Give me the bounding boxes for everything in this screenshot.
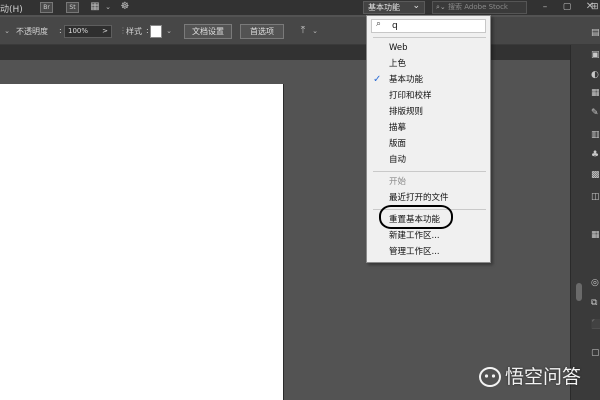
workspace-item-start: 开始 [367,174,490,190]
bridge-badge[interactable]: Br [40,2,53,13]
menu-item-label: 新建工作区... [389,231,440,241]
chevron-down-icon[interactable]: ⌄ [0,24,14,38]
workspace-item-coloring[interactable]: 上色 [367,56,490,72]
menu-item-label: 描摹 [389,123,407,133]
chevron-down-icon[interactable]: ⌄ [101,0,115,14]
graphic-styles-icon[interactable]: ▩ [591,170,600,180]
workspace-item-typography[interactable]: 排版规则 [367,104,490,120]
preferences-button[interactable]: 首选项 [240,24,284,39]
chevron-down-icon: ⌄ [412,1,420,11]
arrange-documents-icon[interactable]: ▦ [88,0,102,14]
maximize-icon[interactable]: ▢ [560,0,574,14]
new-workspace-item[interactable]: 新建工作区... [367,228,490,244]
search-icon: ⌕⌄ [436,3,449,11]
style-swatch[interactable] [150,25,162,38]
colon-text: : [59,26,62,35]
right-panel-strip [570,45,600,400]
menu-item-label: 上色 [389,59,407,69]
workspace-item-essentials[interactable]: ✓ 基本功能 [367,72,490,88]
chevron-down-icon[interactable]: ⌄ [308,24,322,38]
scrollbar-thumb[interactable] [576,283,582,301]
transparency-icon[interactable]: ◎ [591,278,600,288]
search-placeholder: 搜索 Adobe Stock [448,3,508,11]
workspace-search-value: q [392,21,398,31]
panel-icon[interactable]: ▥ [591,130,600,140]
minimize-icon[interactable]: – [538,0,552,14]
menubar: 动(H) Br St ▦ ⌄ ☸ 基本功能 ⌄ ⌕⌄ 搜索 Adobe Stoc… [0,0,600,15]
menu-item-label: 打印和校样 [389,91,432,101]
gpu-performance-icon[interactable]: ☸ [118,0,132,14]
color-panel-icon[interactable]: ◐ [591,70,600,80]
watermark-text: 悟空问答 [505,366,582,388]
manage-workspaces-item[interactable]: 管理工作区... [367,244,490,260]
workspace-item-layout[interactable]: 版面 [367,136,490,152]
menu-item-label: 基本功能 [389,75,424,85]
workspace-switcher-button[interactable]: 基本功能 ⌄ [363,1,425,14]
panel-icon[interactable]: ▦ [591,230,600,240]
menu-item-label: 自动 [389,155,407,165]
chevron-right-icon: > [102,27,108,35]
workspace-label: 基本功能 [368,3,400,12]
menu-item-label: 排版规则 [389,107,424,117]
help-menu[interactable]: 动(H) [0,2,23,15]
annotation-circle [379,205,453,229]
opacity-value: 100% [68,27,89,35]
chevron-down-icon[interactable]: ⌄ [162,24,176,38]
workspace-search-field[interactable]: q [371,19,486,33]
panel-icon[interactable]: ⊞ [591,2,600,12]
layers-icon[interactable]: ▢ [591,348,600,358]
workspace-item-tracing[interactable]: 描摹 [367,120,490,136]
checkmark-icon: ✓ [373,74,382,85]
style-label: 样式 [126,27,142,36]
document-setup-button[interactable]: 文档设置 [184,24,232,39]
panel-icon[interactable]: ⧉ [591,298,600,308]
workspace-item-automation[interactable]: 自动 [367,152,490,168]
workspace-item-recent-files[interactable]: 最近打开的文件 [367,190,490,206]
panel-icon[interactable]: ⬛ [591,320,600,330]
menu-item-label: 开始 [389,177,407,187]
wukong-logo-icon [479,367,501,387]
swatches-icon[interactable]: ▦ [591,88,600,98]
panel-icon[interactable]: ◫ [591,192,600,202]
menu-separator [373,171,486,172]
brush-icon[interactable]: ✎ [591,108,600,118]
symbols-icon[interactable]: ♣ [591,150,600,160]
opacity-label: 不透明度 [16,27,48,36]
artboard [0,84,284,400]
opacity-field[interactable]: 100% > [64,25,112,38]
colon-text: : [146,26,149,35]
menu-separator [373,37,486,38]
workspace-item-print-proof[interactable]: 打印和校样 [367,88,490,104]
stock-badge[interactable]: St [66,2,79,13]
panel-icon[interactable]: ▤ [591,28,600,38]
menu-item-label: 最近打开的文件 [389,193,449,203]
menu-item-label: 版面 [389,139,407,149]
search-icon: ⌕ [376,19,382,29]
menu-item-label: Web [389,43,408,53]
menu-item-label: 管理工作区... [389,247,440,257]
stock-search-input[interactable]: ⌕⌄ 搜索 Adobe Stock [432,1,527,14]
workspace-item-web[interactable]: Web [367,40,490,56]
panel-icon[interactable]: ▣ [591,50,600,60]
control-bar: ⌄ 不透明度 : 100% > ⋮ 样式 : ⌄ 文档设置 首选项 ⤒ ⌄ [0,17,600,45]
